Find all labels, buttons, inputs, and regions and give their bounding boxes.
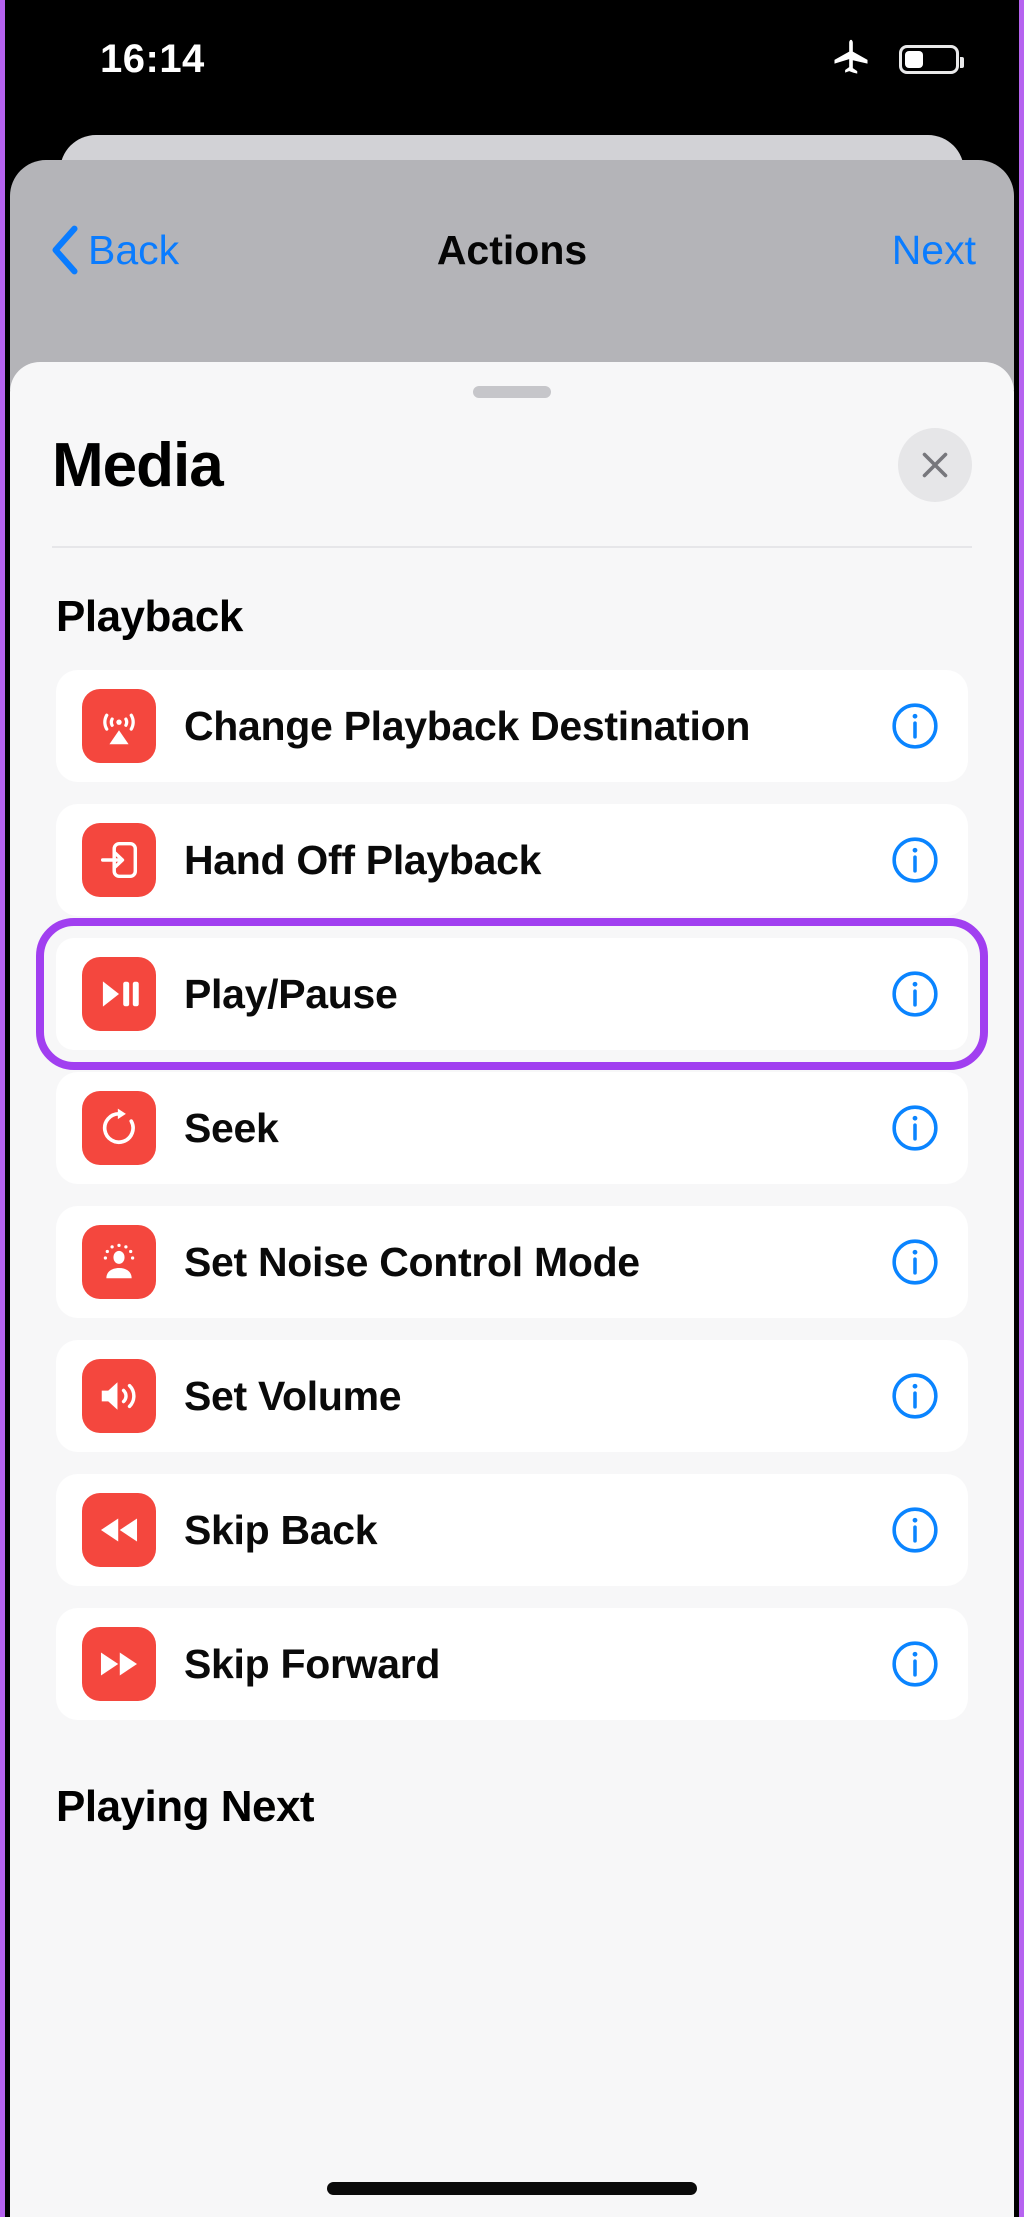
list-item-seek[interactable]: Seek bbox=[56, 1072, 968, 1184]
info-button[interactable] bbox=[890, 1371, 940, 1421]
list-item-label: Skip Forward bbox=[184, 1640, 441, 1687]
phone-screen: 16:14 Back Actions Next Media Playback C… bbox=[0, 0, 1024, 2217]
home-indicator bbox=[327, 2182, 697, 2195]
chevron-left-icon bbox=[48, 224, 82, 276]
list-item-hand-off-playback[interactable]: Hand Off Playback bbox=[56, 804, 968, 916]
list-item-label: Set Volume bbox=[184, 1372, 402, 1419]
noise-control-icon bbox=[82, 1225, 156, 1299]
navigation-bar: Back Actions Next bbox=[10, 195, 1014, 305]
skip-forward-icon bbox=[82, 1627, 156, 1701]
airplane-mode-icon bbox=[829, 37, 873, 81]
list-item-play-pause[interactable]: Play/Pause bbox=[36, 918, 988, 1070]
status-bar: 16:14 bbox=[5, 0, 1019, 118]
back-button-label: Back bbox=[88, 226, 180, 273]
battery-icon bbox=[899, 44, 964, 74]
skip-back-icon bbox=[82, 1493, 156, 1567]
media-sheet: Media Playback Change Playback Destinati… bbox=[10, 362, 1014, 2217]
status-time: 16:14 bbox=[100, 36, 205, 81]
list-item-skip-back[interactable]: Skip Back bbox=[56, 1474, 968, 1586]
info-button[interactable] bbox=[890, 1103, 940, 1153]
back-button[interactable]: Back bbox=[48, 224, 179, 276]
sheet-header: Media bbox=[10, 398, 1014, 502]
info-button[interactable] bbox=[890, 969, 940, 1019]
sheet-title: Media bbox=[52, 430, 224, 500]
section-header-playing-next: Playing Next bbox=[56, 1782, 315, 1831]
sheet-drag-handle[interactable] bbox=[473, 386, 551, 398]
list-item-label: Skip Back bbox=[184, 1506, 378, 1553]
list-item-label: Seek bbox=[184, 1104, 279, 1151]
list-item-label: Hand Off Playback bbox=[184, 836, 542, 883]
section-header-playback: Playback bbox=[56, 592, 243, 641]
list-item-set-noise-control-mode[interactable]: Set Noise Control Mode bbox=[56, 1206, 968, 1318]
list-item-change-playback-destination[interactable]: Change Playback Destination bbox=[56, 670, 968, 782]
info-button[interactable] bbox=[890, 1237, 940, 1287]
info-button[interactable] bbox=[890, 1505, 940, 1555]
info-button[interactable] bbox=[890, 1639, 940, 1689]
close-icon bbox=[917, 447, 953, 483]
seek-rotate-icon bbox=[82, 1091, 156, 1165]
status-icons bbox=[829, 37, 964, 81]
airplay-icon bbox=[82, 689, 156, 763]
list-item-label: Set Noise Control Mode bbox=[184, 1238, 640, 1285]
next-button[interactable]: Next bbox=[892, 227, 976, 274]
list-item-set-volume[interactable]: Set Volume bbox=[56, 1340, 968, 1452]
close-button[interactable] bbox=[898, 428, 972, 502]
list-item-skip-forward[interactable]: Skip Forward bbox=[56, 1608, 968, 1720]
list-item-label: Play/Pause bbox=[184, 970, 398, 1017]
list-item-label: Change Playback Destination bbox=[184, 702, 751, 749]
hand-off-icon bbox=[82, 823, 156, 897]
info-button[interactable] bbox=[890, 835, 940, 885]
actions-list: Change Playback Destination Hand Off Pla… bbox=[10, 642, 1014, 1720]
speaker-volume-icon bbox=[82, 1359, 156, 1433]
play-pause-icon bbox=[82, 957, 156, 1031]
info-button[interactable] bbox=[890, 701, 940, 751]
